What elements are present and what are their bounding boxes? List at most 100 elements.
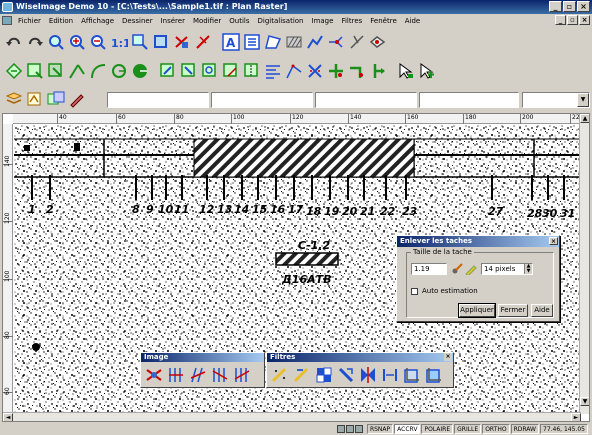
raster-scale-icon[interactable] — [221, 61, 241, 81]
status-rdraw[interactable]: RDRAW — [510, 424, 539, 434]
status-accrv[interactable]: ACCRV — [394, 424, 421, 434]
menu-affichage[interactable]: Affichage — [77, 17, 118, 25]
cut-icon[interactable] — [172, 32, 192, 52]
zoom-1to1-icon[interactable]: 1:1 — [109, 32, 129, 52]
vertical-scrollbar[interactable]: ▲ ▼ — [579, 114, 589, 414]
raster-node-icon[interactable] — [326, 61, 346, 81]
erase-icon[interactable] — [193, 32, 213, 52]
close-icon[interactable]: × — [549, 237, 558, 245]
filter-crop-icon[interactable] — [401, 364, 422, 385]
raster-rect-icon[interactable] — [25, 61, 45, 81]
snap-icon[interactable] — [326, 32, 346, 52]
filter-mirror-icon[interactable] — [379, 364, 400, 385]
zoom-extents-icon[interactable] — [151, 32, 171, 52]
trim-icon[interactable] — [347, 32, 367, 52]
dialog-title-bar[interactable]: Enlever les taches × — [397, 236, 559, 247]
color-combo[interactable] — [211, 92, 313, 108]
status-icon[interactable] — [345, 425, 354, 433]
size-input[interactable]: 1.19 — [411, 263, 447, 275]
filter-thicken-icon[interactable] — [357, 364, 378, 385]
image-manager-icon[interactable] — [46, 89, 66, 109]
image-rubbersheet-icon[interactable] — [231, 364, 252, 385]
image-properties-icon[interactable] — [25, 89, 45, 109]
toolbar-title-bar[interactable]: Image — [141, 353, 264, 362]
image-align-icon[interactable] — [165, 364, 186, 385]
filter-smooth-icon[interactable] — [291, 364, 312, 385]
maximize-button[interactable]: ▫ — [563, 1, 576, 12]
polyline-icon[interactable] — [305, 32, 325, 52]
status-polaire[interactable]: POLAIRE — [421, 424, 454, 434]
raster-break-icon[interactable] — [347, 61, 367, 81]
menu-outils[interactable]: Outils — [225, 17, 253, 25]
filter-despeckle-icon[interactable] — [269, 364, 290, 385]
chevron-down-icon[interactable]: ▼ — [577, 93, 589, 107]
horizontal-scrollbar[interactable]: ◄ ► — [3, 412, 581, 421]
pencil-icon[interactable] — [465, 263, 477, 277]
menu-modifier[interactable]: Modifier — [189, 17, 225, 25]
text-icon[interactable]: A — [221, 32, 241, 52]
status-grille[interactable]: GRILLE — [454, 424, 482, 434]
toolbar-title-bar[interactable]: Filtres × — [267, 353, 453, 362]
filter-fill-holes-icon[interactable] — [313, 364, 334, 385]
layers-icon[interactable] — [4, 89, 24, 109]
layer-combo[interactable] — [107, 92, 209, 108]
status-icon[interactable] — [354, 425, 363, 433]
raster-join-icon[interactable] — [368, 61, 388, 81]
close-dialog-button[interactable]: Fermer — [498, 304, 528, 317]
image-deskew-icon[interactable] — [187, 364, 208, 385]
spin-icon[interactable]: ▲ ▼ — [524, 264, 532, 274]
raster-window-icon[interactable] — [46, 61, 66, 81]
pixels-stepper[interactable]: 14 pixels ▲ ▼ — [481, 263, 533, 275]
doc-maximize-button[interactable]: ▫ — [567, 15, 578, 25]
color-icon[interactable] — [67, 89, 87, 109]
raster-select-add-icon[interactable] — [417, 61, 437, 81]
raster-line-icon[interactable] — [67, 61, 87, 81]
raster-select-icon[interactable] — [4, 61, 24, 81]
help-button[interactable]: Aide — [531, 304, 553, 317]
clip-icon[interactable] — [368, 32, 388, 52]
style-combo[interactable]: ▼ — [522, 92, 590, 108]
zoom-in-icon[interactable] — [67, 32, 87, 52]
lineweight-combo[interactable] — [419, 92, 519, 108]
status-ortho[interactable]: ORTHO — [482, 424, 510, 434]
menu-fichier[interactable]: Fichier — [14, 17, 45, 25]
linetype-combo[interactable] — [315, 92, 417, 108]
scroll-right-icon[interactable]: ► — [571, 413, 581, 421]
menu-filtres[interactable]: Filtres — [337, 17, 366, 25]
redo-icon[interactable] — [25, 32, 45, 52]
raster-copy-icon[interactable] — [158, 61, 178, 81]
scroll-up-icon[interactable]: ▲ — [580, 114, 589, 123]
menu-edition[interactable]: Edition — [45, 17, 77, 25]
raster-fill-icon[interactable] — [130, 61, 150, 81]
raster-move-icon[interactable] — [179, 61, 199, 81]
raster-align-icon[interactable] — [263, 61, 283, 81]
filter-invert-icon[interactable] — [423, 364, 444, 385]
image-calibrate-icon[interactable] — [209, 364, 230, 385]
raster-circle-icon[interactable] — [109, 61, 129, 81]
filter-thin-icon[interactable] — [335, 364, 356, 385]
menu-dessiner[interactable]: Dessiner — [118, 17, 157, 25]
raster-trace-icon[interactable] — [284, 61, 304, 81]
menu-fenetre[interactable]: Fenêtre — [366, 17, 400, 25]
raster-mirror-icon[interactable] — [242, 61, 262, 81]
menu-aide[interactable]: Aide — [401, 17, 424, 25]
image-process-icon[interactable] — [143, 364, 164, 385]
auto-estimation-checkbox[interactable] — [411, 288, 418, 295]
minimize-button[interactable]: _ — [549, 1, 562, 12]
close-icon[interactable]: × — [444, 353, 452, 361]
raster-arc-icon[interactable] — [88, 61, 108, 81]
scroll-left-icon[interactable]: ◄ — [3, 413, 13, 421]
multiline-text-icon[interactable] — [242, 32, 262, 52]
menu-inserer[interactable]: Insérer — [157, 17, 189, 25]
raster-despeckle-icon[interactable] — [305, 61, 325, 81]
undo-icon[interactable] — [4, 32, 24, 52]
menu-image[interactable]: Image — [308, 17, 338, 25]
pick-icon[interactable] — [451, 263, 463, 275]
zoom-window-icon[interactable] — [130, 32, 150, 52]
zoom-realtime-icon[interactable] — [46, 32, 66, 52]
status-icon[interactable] — [336, 425, 345, 433]
zoom-out-icon[interactable] — [88, 32, 108, 52]
raster-select-arrow-icon[interactable] — [396, 61, 416, 81]
status-rsnap[interactable]: RSNAP — [366, 424, 394, 434]
raster-rotate-icon[interactable] — [200, 61, 220, 81]
